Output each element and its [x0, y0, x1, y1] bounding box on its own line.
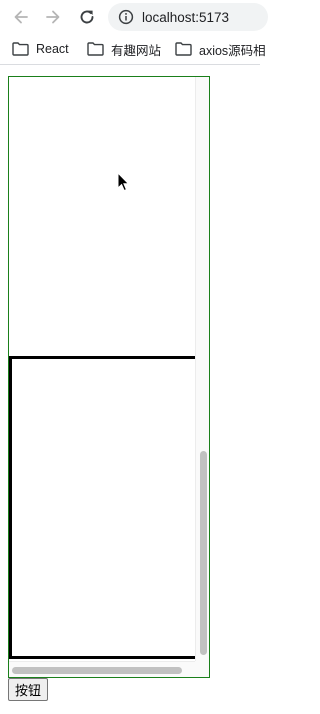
bookmarks-bar: React 有趣网站 axios源码相: [0, 34, 266, 65]
reload-icon: [80, 10, 94, 24]
url-text: localhost:5173: [142, 9, 230, 25]
scroll-container[interactable]: [8, 76, 210, 678]
reload-button[interactable]: [76, 6, 98, 28]
bookmark-react[interactable]: React: [12, 41, 69, 57]
bookmark-fun-sites[interactable]: 有趣网站: [87, 41, 162, 58]
action-button[interactable]: 按钮: [8, 678, 49, 701]
bookmark-label: axios源码相: [199, 43, 266, 58]
scrollbar-corner: [195, 661, 209, 677]
browser-toolbar: localhost:5173: [0, 0, 268, 34]
horizontal-scrollbar-thumb[interactable]: [12, 667, 182, 674]
vertical-scrollbar-thumb[interactable]: [200, 451, 207, 655]
mouse-cursor-icon: [117, 172, 129, 192]
folder-icon: [12, 42, 29, 56]
horizontal-scrollbar[interactable]: [9, 661, 195, 677]
info-icon[interactable]: [118, 9, 134, 25]
arrow-right-icon: [46, 10, 60, 24]
inner-content-block: [9, 356, 195, 659]
bookmark-label: 有趣网站: [111, 43, 162, 58]
bookmark-label: React: [36, 42, 69, 56]
folder-icon: [87, 42, 104, 56]
bookmark-axios[interactable]: axios源码相: [175, 41, 266, 58]
back-button[interactable]: [10, 6, 32, 28]
vertical-scrollbar[interactable]: [195, 77, 209, 661]
arrow-left-icon: [14, 10, 28, 24]
forward-button[interactable]: [42, 6, 64, 28]
address-bar[interactable]: localhost:5173: [108, 3, 268, 31]
folder-icon: [175, 42, 192, 56]
